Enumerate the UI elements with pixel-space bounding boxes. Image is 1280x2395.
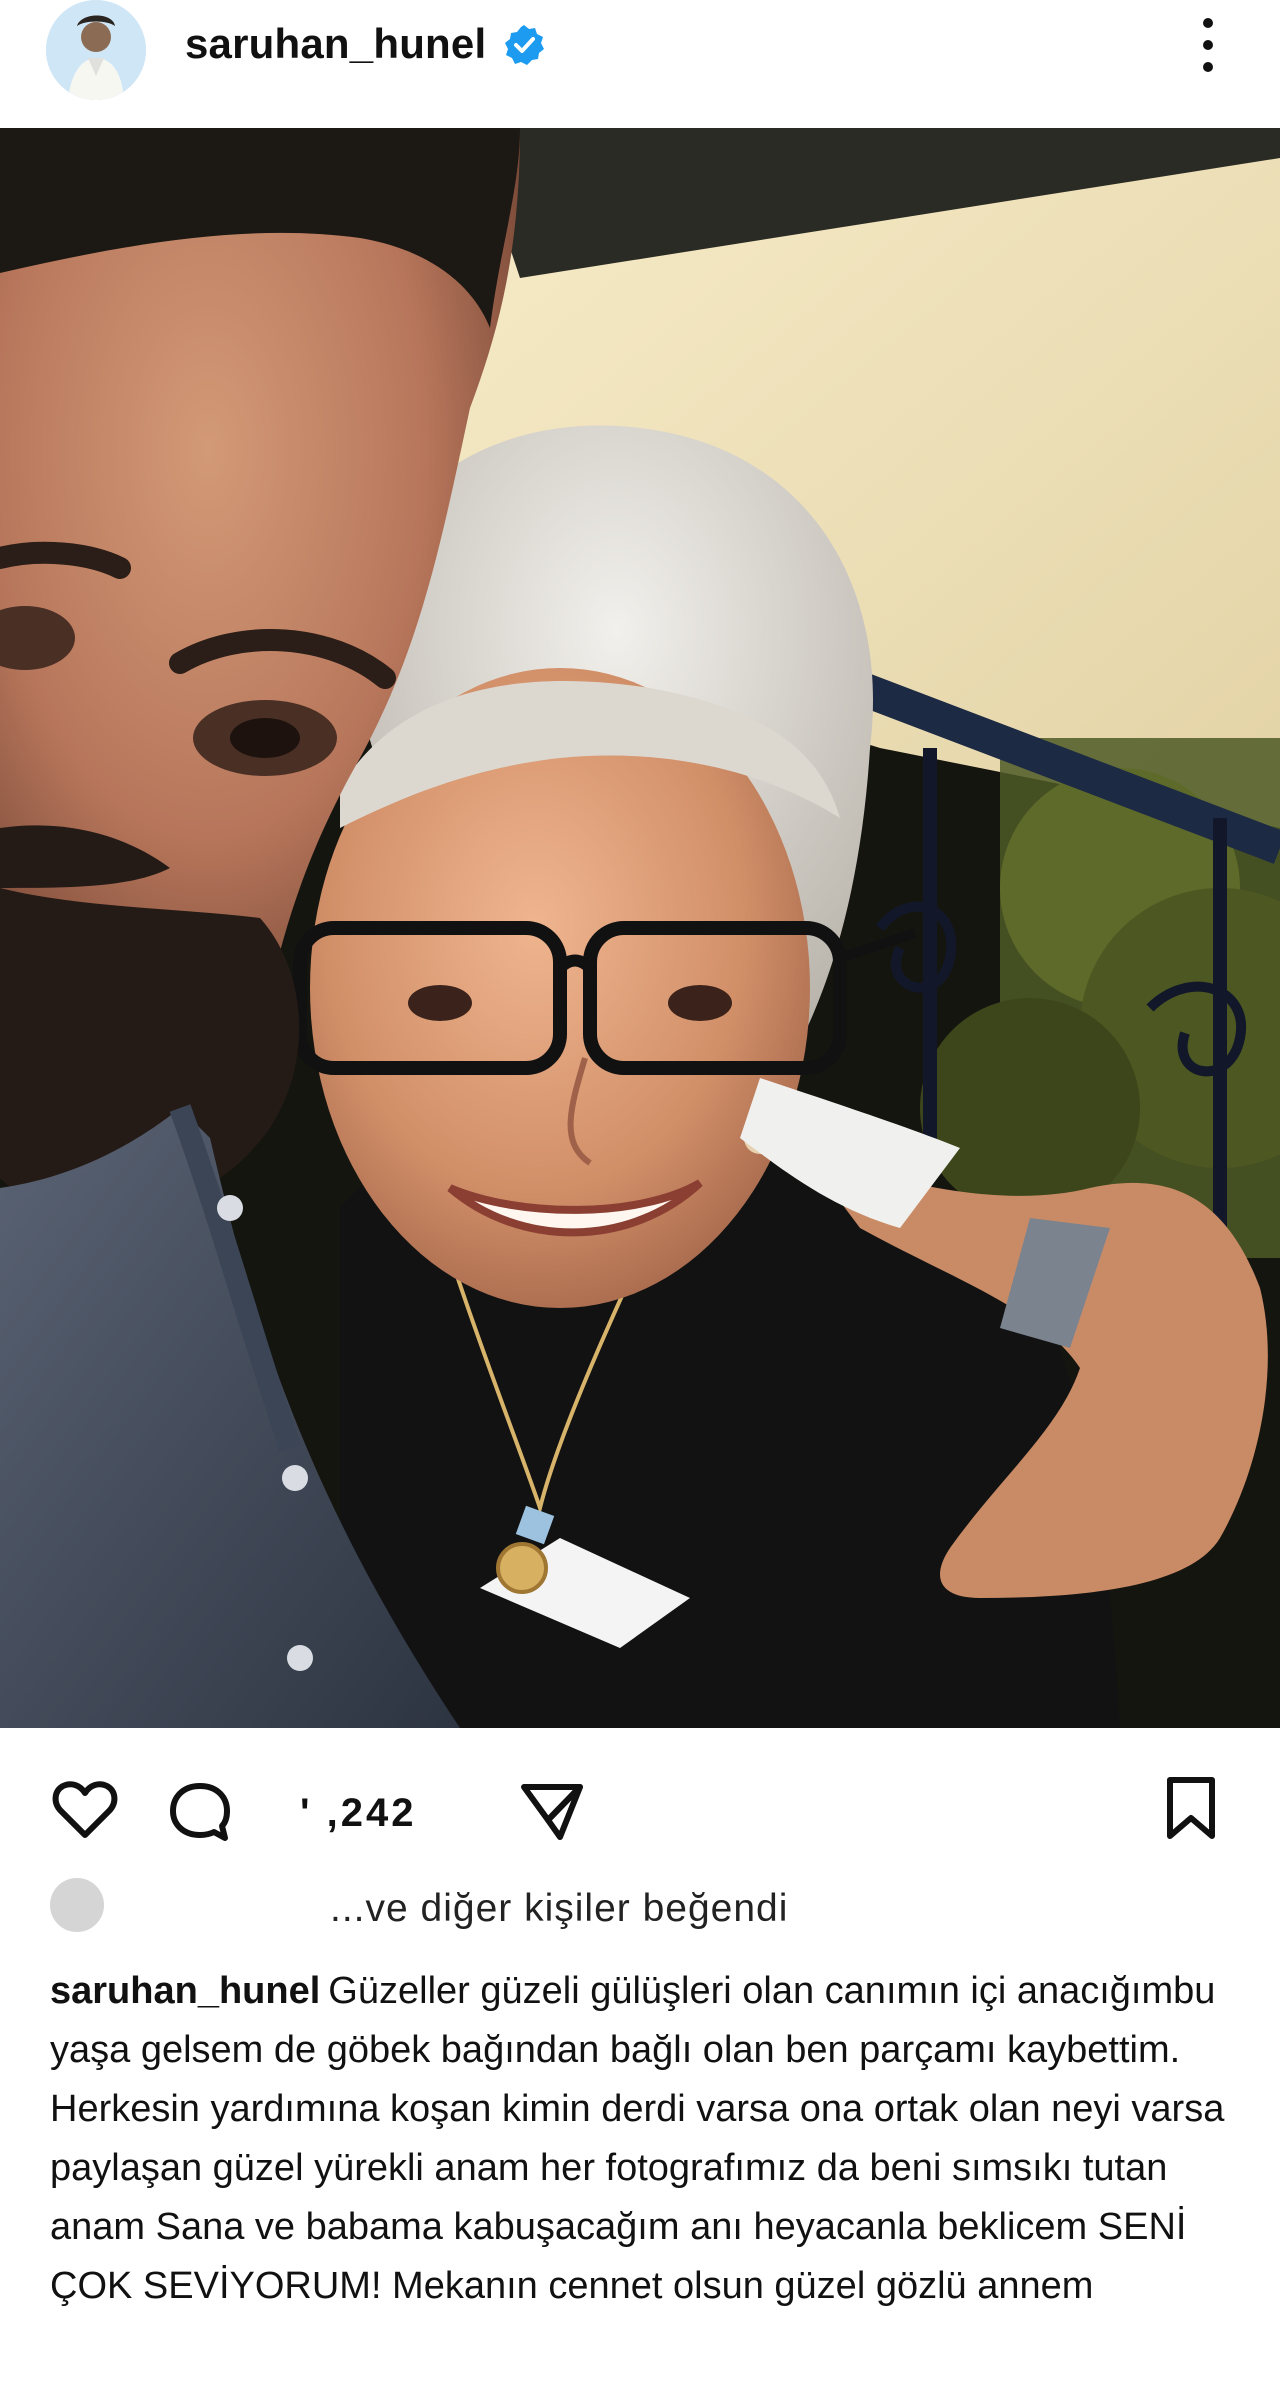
caption-username[interactable]: saruhan_hunel (50, 1970, 320, 2012)
instagram-post-page: saruhan_hunel ' ,242 ...ve diğer kişiler… (0, 0, 1280, 2395)
post-caption: saruhan_hunel Güzeller güzeli gülüşleri o… (50, 1962, 1240, 2316)
photo-illustration (0, 128, 1280, 1728)
post-photo[interactable] (0, 128, 1280, 1728)
post-actions: ' ,242 (0, 1728, 1280, 1878)
heart-icon[interactable] (50, 1777, 120, 1847)
send-icon[interactable] (517, 1775, 587, 1845)
caption-text: Güzeller güzeli gülüşleri olan canımın i… (50, 1970, 1225, 2307)
likes-text[interactable]: ...ve diğer kişiler beğendi (330, 1887, 788, 1931)
verified-badge-icon (505, 25, 544, 65)
likes-row: ...ve diğer kişiler beğendi (0, 1878, 1280, 1938)
post-header: saruhan_hunel (0, 0, 1280, 128)
liker-avatar[interactable] (50, 1878, 104, 1932)
bookmark-icon[interactable] (1156, 1773, 1226, 1843)
avatar-picture (46, 0, 146, 100)
post-count: ' ,242 (300, 1791, 417, 1835)
post-username[interactable]: saruhan_hunel (185, 18, 486, 70)
profile-avatar[interactable] (46, 0, 146, 100)
more-vertical-icon[interactable] (1188, 12, 1228, 82)
comment-icon[interactable] (165, 1777, 235, 1847)
